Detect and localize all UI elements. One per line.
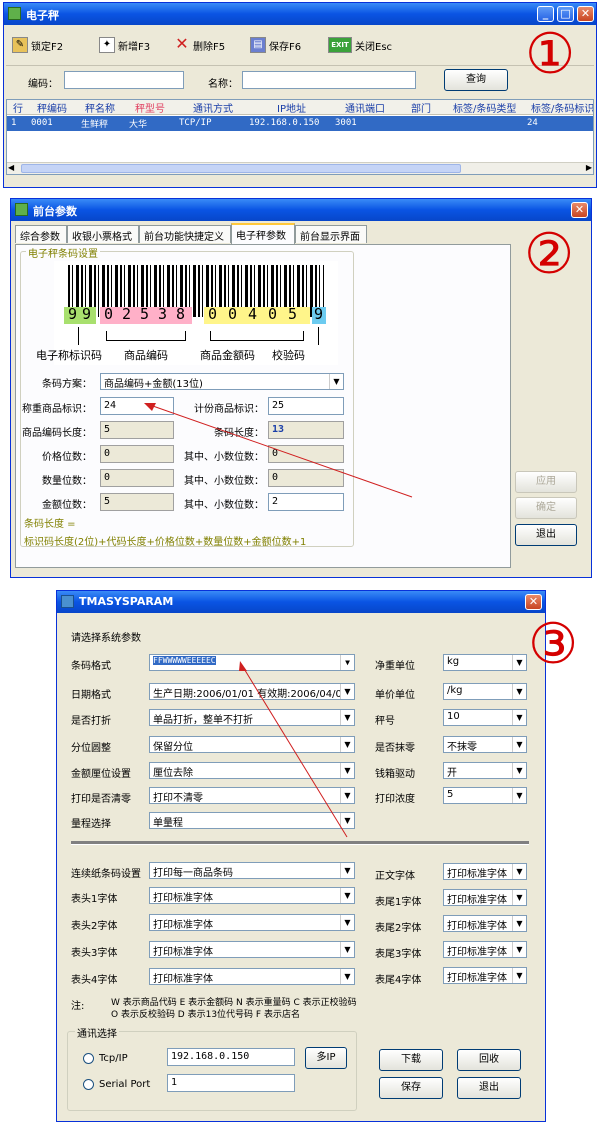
cell-comm: TCP/IP — [179, 118, 212, 128]
col-dept: 部门 — [411, 104, 431, 114]
cell-row: 1 — [11, 118, 17, 128]
tab-general[interactable]: 综合参数 — [15, 225, 67, 243]
exit-button[interactable]: 退出 — [515, 524, 577, 546]
marker-1: ① — [525, 22, 576, 87]
window-title: 前台参数 — [33, 205, 77, 218]
exit-icon: EXIT — [328, 37, 352, 53]
query-button[interactable]: 查询 — [444, 69, 508, 91]
annotation-arrow — [144, 403, 413, 498]
col-ip: IP地址 — [277, 104, 306, 114]
col-comm: 通讯方式 — [193, 104, 233, 114]
app-icon — [15, 203, 28, 216]
code-input[interactable] — [64, 71, 184, 89]
col-row: 行 — [13, 104, 23, 114]
table-row[interactable]: 1 0001 生鲜秤 大华 TCP/IP 192.168.0.150 3001 … — [7, 116, 593, 131]
name-label: 名称： — [208, 79, 238, 90]
tab-strip: 综合参数 收银小票格式 前台功能快捷定义 电子秤参数 前台显示界面 — [15, 223, 375, 245]
scroll-thumb[interactable] — [21, 164, 461, 173]
new-button[interactable]: ✦ 新增F3 — [99, 33, 150, 57]
col-label-id: 标签/条码标识 — [531, 104, 593, 114]
col-code: 秤编码 — [37, 104, 67, 114]
scroll-left-icon[interactable]: ◀ — [8, 163, 14, 172]
close-button[interactable]: ✕ — [571, 202, 588, 218]
window-title: 电子秤 — [26, 9, 59, 22]
cell-name: 生鲜秤 — [81, 120, 109, 130]
ok-button[interactable]: 确定 — [515, 497, 577, 519]
frontdesk-params-window: 前台参数 ✕ 综合参数 收银小票格式 前台功能快捷定义 电子秤参数 前台显示界面… — [10, 198, 592, 578]
cell-port: 3001 — [335, 118, 357, 128]
cell-label-id: 24 — [527, 118, 538, 128]
sysparam-window: TMASYSPARAM ✕ 请选择系统参数 条码格式 FFWWWWWEEEEEC… — [56, 590, 546, 1122]
horizontal-scrollbar[interactable]: ◀ ▶ — [7, 162, 593, 174]
marker-2: ② — [524, 222, 575, 287]
exit-label: 关闭Esc — [355, 41, 393, 53]
scale-titlebar[interactable]: 电子秤 _ □ ✕ — [4, 3, 596, 25]
params-titlebar[interactable]: 前台参数 ✕ — [11, 199, 591, 221]
delete-label: 删除F5 — [193, 41, 226, 53]
app-icon — [8, 7, 21, 20]
delete-button[interactable]: ✕ 删除F5 — [174, 33, 225, 57]
save-label: 保存F6 — [269, 41, 302, 53]
minimize-button[interactable]: _ — [537, 6, 554, 22]
save-icon: ▤ — [250, 37, 266, 53]
lock-button[interactable]: ✎ 锁定F2 — [12, 33, 63, 57]
col-model: 秤型号 — [135, 104, 165, 114]
name-input[interactable] — [242, 71, 416, 89]
cell-ip: 192.168.0.150 — [249, 118, 320, 128]
marker-3: ③ — [528, 612, 579, 677]
lock-icon: ✎ — [12, 37, 28, 53]
close-button[interactable]: ✕ — [577, 6, 594, 22]
tab-scale-params[interactable]: 电子秤参数 — [231, 223, 295, 244]
col-port: 通讯端口 — [345, 104, 385, 114]
col-name: 秤名称 — [85, 104, 115, 114]
tab-display[interactable]: 前台显示界面 — [295, 225, 367, 243]
apply-button[interactable]: 应用 — [515, 471, 577, 493]
maximize-button[interactable]: □ — [557, 6, 574, 22]
tab-receipt[interactable]: 收银小票格式 — [67, 225, 139, 243]
exit-button[interactable]: EXIT 关闭Esc — [328, 33, 392, 57]
tab-shortcuts[interactable]: 前台功能快捷定义 — [139, 225, 231, 243]
lock-label: 锁定F2 — [31, 41, 64, 53]
col-label-type: 标签/条码类型 — [453, 104, 517, 114]
scroll-right-icon[interactable]: ▶ — [586, 163, 592, 172]
annotation-arrow — [239, 661, 348, 838]
tab-panel: 电子秤条码设置 9 9 0 2 5 3 8 0 0 4 0 5 9 电子称标识码 — [15, 244, 511, 568]
new-icon: ✦ — [99, 37, 115, 53]
delete-icon: ✕ — [175, 34, 189, 53]
new-label: 新增F3 — [118, 41, 151, 53]
scale-window: 电子秤 _ □ ✕ ✎ 锁定F2 ✦ 新增F3 ✕ 删除F5 ▤ 保存F6 EX… — [3, 2, 597, 188]
cell-model: 大华 — [129, 120, 148, 130]
save-button[interactable]: ▤ 保存F6 — [250, 33, 301, 57]
cell-code: 0001 — [31, 118, 53, 128]
code-label: 编码： — [28, 79, 58, 90]
scale-grid[interactable]: 行 秤编码 秤名称 秤型号 通讯方式 IP地址 通讯端口 部门 标签/条码类型 … — [6, 99, 594, 175]
